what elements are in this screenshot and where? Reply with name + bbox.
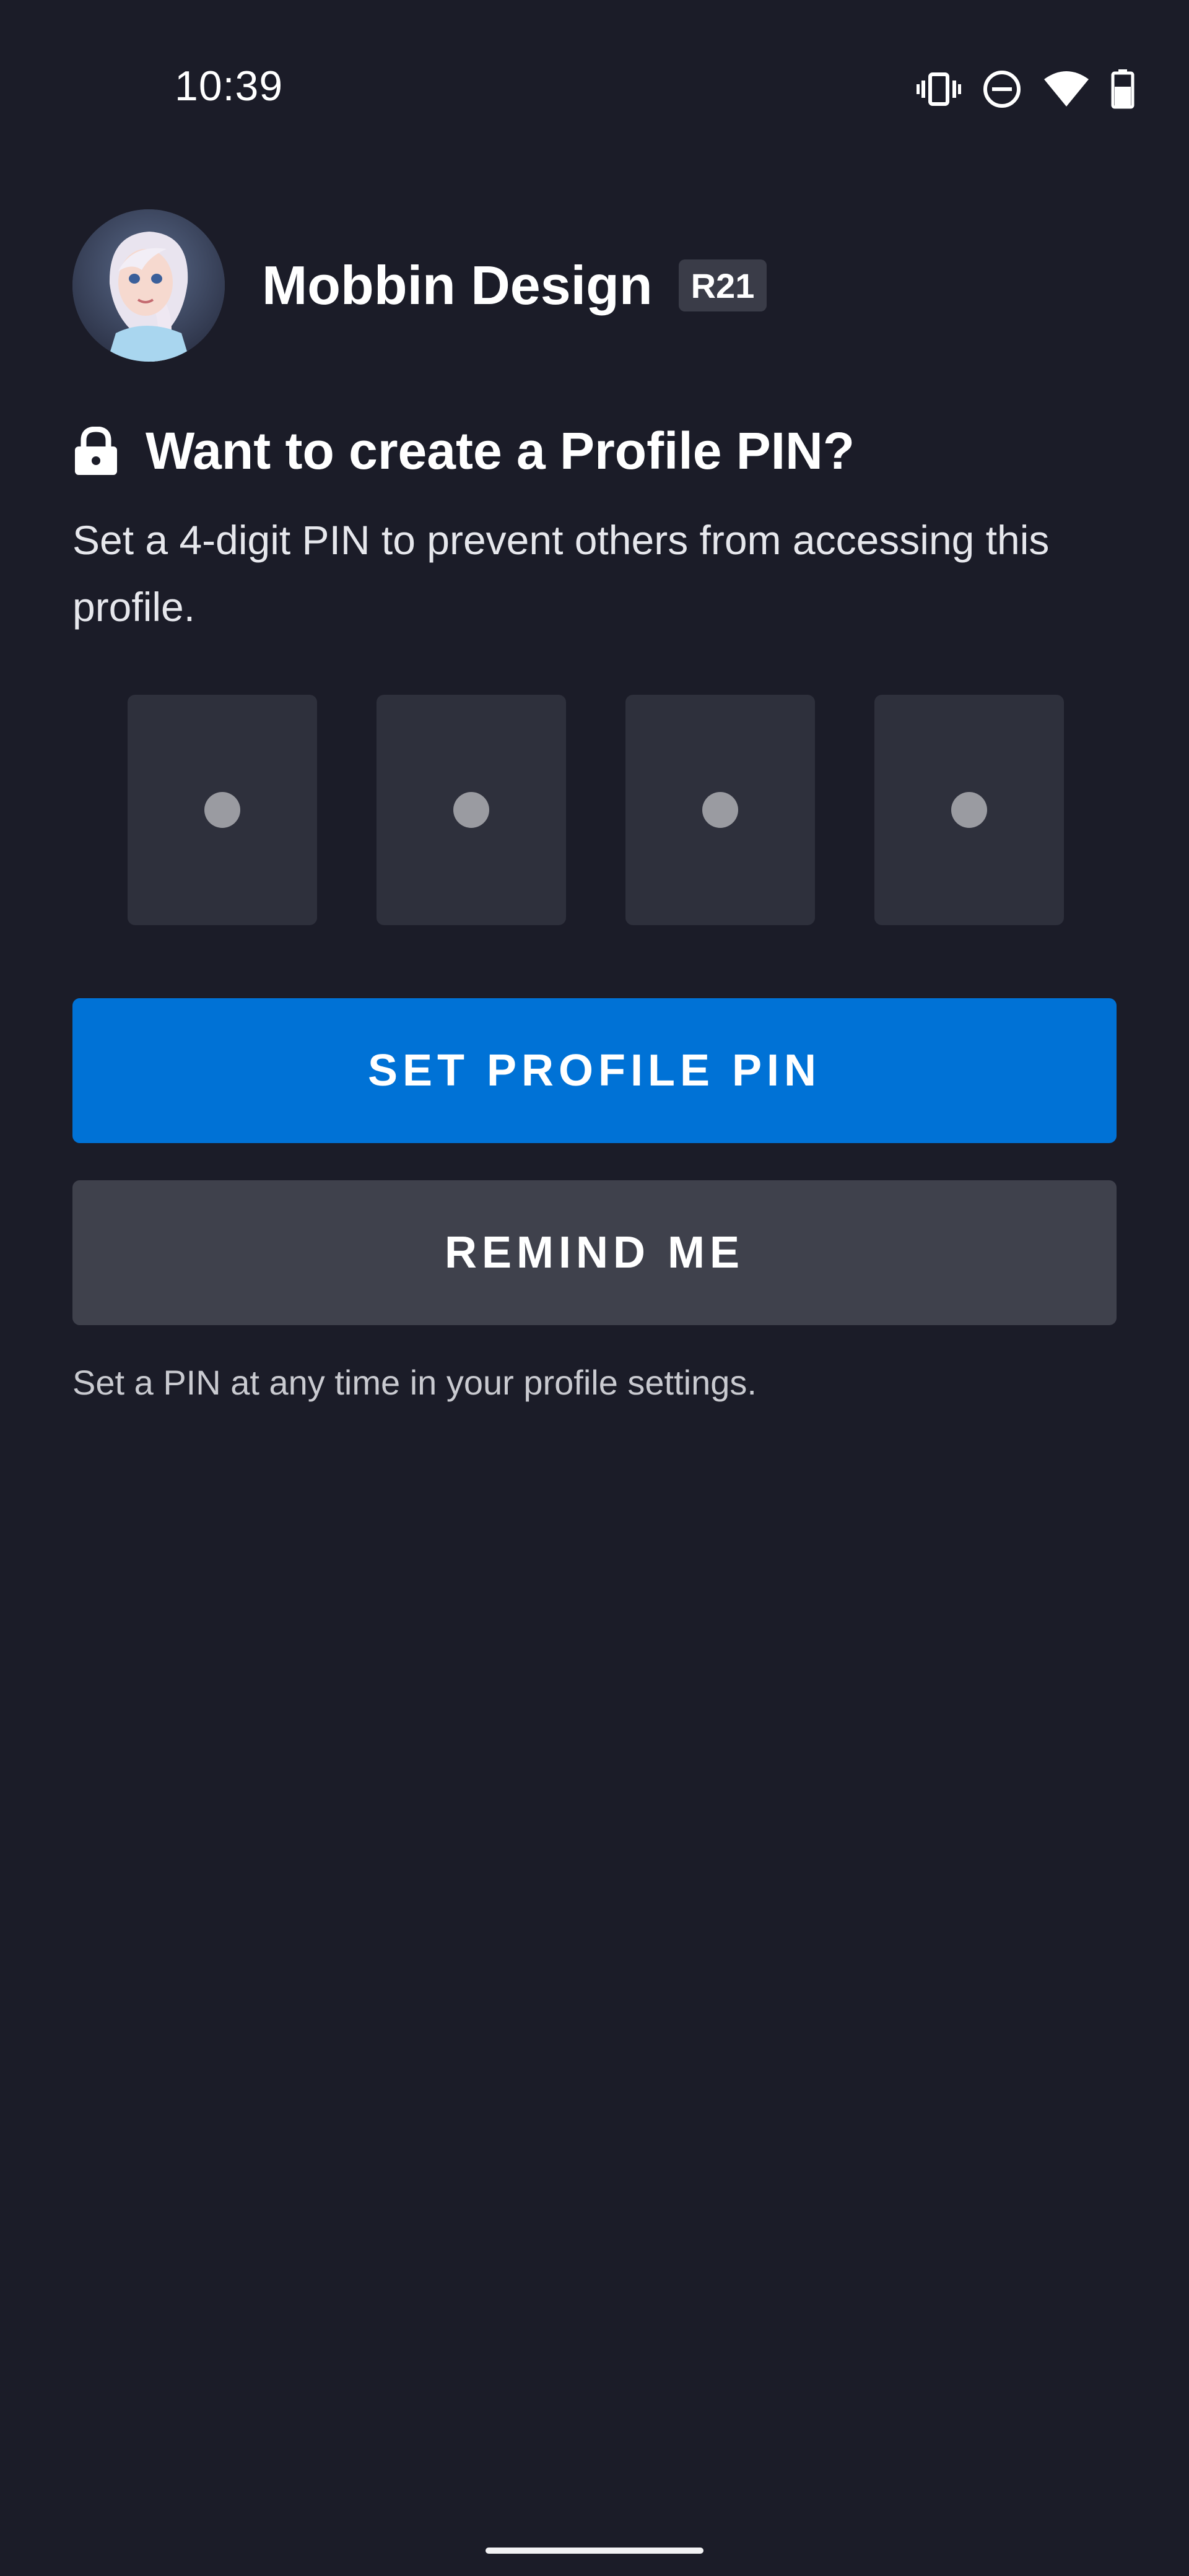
vibrate-icon xyxy=(917,72,961,107)
remind-me-button[interactable]: REMIND ME xyxy=(72,1180,1117,1325)
profile-header: Mobbin Design R21 xyxy=(72,209,767,362)
status-icons xyxy=(917,69,1135,109)
avatar xyxy=(72,209,225,362)
set-profile-pin-button[interactable]: SET PROFILE PIN xyxy=(72,998,1117,1143)
pin-dot xyxy=(951,792,987,828)
status-bar: 10:39 xyxy=(0,0,1189,186)
profile-name: Mobbin Design xyxy=(262,255,653,316)
rating-badge: R21 xyxy=(678,259,767,311)
pin-digit-1[interactable] xyxy=(128,695,317,925)
pin-digit-2[interactable] xyxy=(377,695,566,925)
footnote: Set a PIN at any time in your profile se… xyxy=(72,1363,757,1402)
status-time: 10:39 xyxy=(175,63,284,110)
pin-dot xyxy=(204,792,240,828)
wifi-icon xyxy=(1043,71,1090,108)
do-not-disturb-icon xyxy=(982,69,1022,109)
battery-icon xyxy=(1111,69,1135,109)
lock-icon xyxy=(72,426,120,476)
pin-dot xyxy=(453,792,489,828)
home-indicator[interactable] xyxy=(486,2548,703,2554)
pin-description: Set a 4-digit PIN to prevent others from… xyxy=(72,517,1050,630)
pin-digit-4[interactable] xyxy=(874,695,1064,925)
pin-heading: Want to create a Profile PIN? xyxy=(72,421,855,481)
page-title: Want to create a Profile PIN? xyxy=(146,422,855,480)
pin-dot xyxy=(702,792,738,828)
pin-digit-3[interactable] xyxy=(625,695,815,925)
